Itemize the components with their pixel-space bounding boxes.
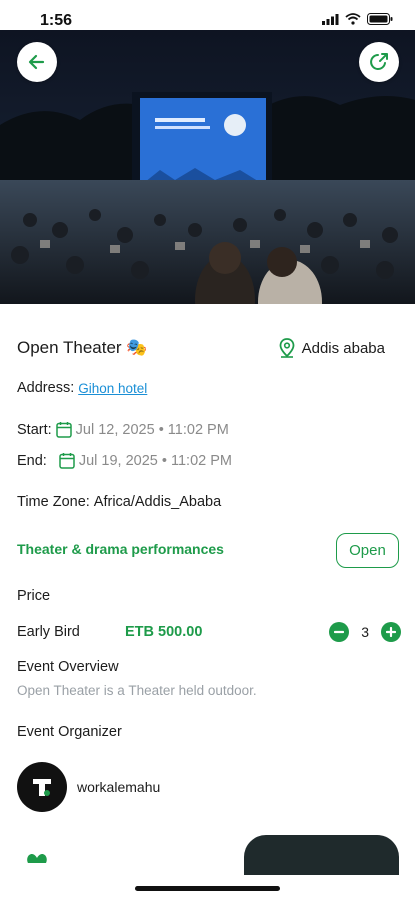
timezone-label: Time Zone: [17, 494, 90, 510]
plus-icon [386, 627, 396, 637]
event-hero-image [0, 30, 415, 304]
organizer-name[interactable]: workalemahu [77, 779, 160, 795]
location-label: Addis ababa [301, 339, 385, 357]
favorite-button[interactable] [26, 850, 48, 868]
address-link[interactable]: Gihon hotel [78, 381, 147, 396]
status-time: 1:56 [40, 12, 73, 29]
status-open-button[interactable]: Open [336, 533, 399, 568]
end-label: End: [17, 452, 47, 469]
price-title: Price [17, 588, 51, 604]
start-label: Start: [17, 421, 52, 438]
decrease-quantity-button[interactable] [329, 622, 350, 642]
battery-icon [367, 13, 393, 25]
home-indicator [135, 886, 280, 891]
price-heading: Price [17, 588, 50, 604]
heart-icon [27, 854, 47, 863]
event-location[interactable]: Addis ababa [278, 338, 385, 358]
timezone-row: Time Zone: Africa/Addis_Ababa [17, 494, 221, 510]
address-label: Address: [17, 380, 75, 396]
calendar-icon [55, 422, 72, 438]
map-pin-icon [279, 338, 294, 358]
end-row: End: Jul 19, 2025 • 11:02 PM [17, 452, 232, 469]
overview-text: Open Theater is a Theater held outdoor. [17, 683, 257, 698]
organizer-title: Event Organizer [17, 724, 122, 740]
bottom-action-bar [0, 830, 415, 900]
outdoor-cinema-photo [0, 30, 415, 304]
wifi-icon [345, 13, 361, 25]
quantity-value: 3 [361, 624, 369, 640]
buy-ticket-button[interactable] [244, 835, 399, 875]
event-title: Open Theater 🎭 [17, 338, 148, 357]
increase-quantity-button[interactable] [381, 622, 401, 642]
overview-heading: Event Overview [17, 659, 119, 675]
ticket-name: Early Bird [17, 624, 80, 640]
calendar-icon [59, 453, 75, 469]
overview-title: Event Overview [17, 659, 119, 675]
organizer-heading: Event Organizer [17, 724, 122, 740]
timezone-value: Africa/Addis_Ababa [93, 494, 222, 510]
category-row: Theater & drama performances [17, 541, 224, 557]
title-row: Open Theater 🎭 Addis ababa [17, 338, 397, 358]
event-category: Theater & drama performances [17, 541, 224, 557]
end-date: Jul 19, 2025 • 11:02 PM [78, 452, 232, 469]
ticket-row: Early Bird ETB 500.00 3 [17, 622, 415, 642]
ticket-price: ETB 500.00 [125, 624, 203, 640]
organizer-logo-icon [33, 779, 51, 796]
minus-icon [334, 630, 345, 634]
status-bar: 1:56 [0, 0, 415, 30]
organizer-avatar[interactable] [17, 762, 67, 812]
start-row: Start: Jul 12, 2025 • 11:02 PM [17, 421, 229, 438]
arrow-left-icon [28, 54, 45, 70]
overview-body: Open Theater is a Theater held outdoor. [17, 683, 257, 698]
share-icon [370, 53, 388, 70]
signal-icon [322, 13, 339, 25]
back-button[interactable] [17, 42, 57, 82]
quantity-stepper: 3 [329, 622, 401, 642]
share-button[interactable] [359, 42, 399, 82]
start-date: Jul 12, 2025 • 11:02 PM [75, 421, 229, 438]
status-icons [322, 13, 393, 25]
address-row: Address: Gihon hotel [17, 380, 147, 396]
